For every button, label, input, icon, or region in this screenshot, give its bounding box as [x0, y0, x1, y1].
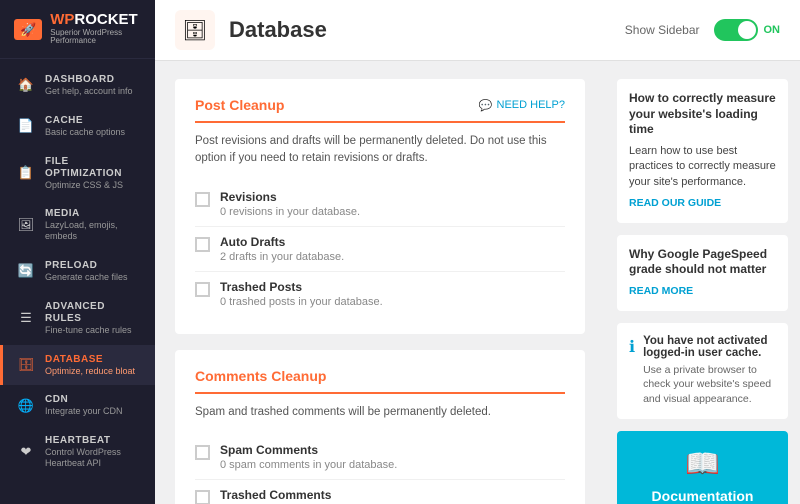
advanced-rules-icon: ☰ [17, 310, 35, 326]
revisions-checkbox[interactable] [195, 192, 210, 207]
need-help-link[interactable]: 💬 NEED HELP? [479, 99, 565, 112]
docs-title: Documentation [629, 488, 776, 504]
sidebar-item-cache-label: CACHE [45, 115, 125, 127]
trashed-posts-label: Trashed Posts [220, 280, 383, 294]
heartbeat-icon: ❤ [17, 444, 35, 460]
auto-drafts-sub: 2 drafts in your database. [220, 251, 344, 263]
comments-cleanup-title: Comments Cleanup [195, 368, 326, 384]
sidebar-item-database-label: DATABASE [45, 354, 135, 366]
sidebar-item-advancedrules-sub: Fine-tune cache rules [45, 325, 141, 336]
sidebar-item-database-sub: Optimize, reduce bloat [45, 366, 135, 377]
side-card-docs: 📖 Documentation It is a great starting p… [617, 431, 788, 504]
side-card-logged-in: ℹ You have not activated logged-in user … [617, 323, 788, 419]
sidebar-item-fileopt-sub: Optimize CSS & JS [45, 180, 141, 191]
revisions-item: Revisions 0 revisions in your database. [195, 182, 565, 227]
sidebar-item-cdn-label: CDN [45, 394, 123, 406]
logo-icon: 🚀 [14, 19, 42, 40]
sidebar-item-preload[interactable]: 🔄 PRELOAD Generate cache files [0, 251, 155, 292]
loading-time-title: How to correctly measure your website's … [629, 91, 776, 138]
toggle-on-label: ON [764, 24, 781, 36]
home-icon: 🏠 [17, 77, 35, 93]
auto-drafts-item: Auto Drafts 2 drafts in your database. [195, 227, 565, 272]
trashed-posts-checkbox[interactable] [195, 282, 210, 297]
auto-drafts-checkbox[interactable] [195, 237, 210, 252]
file-opt-icon: 📋 [17, 165, 35, 181]
sidebar-item-heartbeat[interactable]: ❤ HEARTBEAT Control WordPress Heartbeat … [0, 426, 155, 478]
toggle-thumb [738, 21, 756, 39]
cache-icon: 📄 [17, 118, 35, 134]
spam-comments-sub: 0 spam comments in your database. [220, 459, 397, 471]
trashed-comments-checkbox[interactable] [195, 490, 210, 504]
trashed-posts-item: Trashed Posts 0 trashed posts in your da… [195, 272, 565, 316]
sidebar-item-dashboard-label: DASHBOARD [45, 74, 133, 86]
sidebar-item-cdn-sub: Integrate your CDN [45, 406, 123, 417]
show-sidebar-toggle[interactable]: ON [714, 19, 781, 41]
trashed-comments-label: Trashed Comments [220, 488, 407, 502]
comments-cleanup-card: Comments Cleanup Spam and trashed commen… [175, 350, 585, 504]
info-icon: ℹ [629, 337, 635, 357]
sidebar-item-cdn[interactable]: 🌐 CDN Integrate your CDN [0, 385, 155, 426]
sidebar-item-cache-sub: Basic cache options [45, 127, 125, 138]
page-title: Database [229, 17, 611, 43]
toggle-track[interactable] [714, 19, 758, 41]
read-guide-link[interactable]: READ OUR GUIDE [629, 196, 776, 211]
spam-comments-label: Spam Comments [220, 443, 397, 457]
revisions-sub: 0 revisions in your database. [220, 206, 360, 218]
sidebar-item-fileopt-label: FILE OPTIMIZATION [45, 156, 141, 180]
sidebar-item-media-sub: LazyLoad, emojis, embeds [45, 220, 141, 242]
sidebar: 🚀 WPROCKET Superior WordPress Performanc… [0, 0, 155, 504]
side-panel: How to correctly measure your website's … [605, 61, 800, 504]
post-cleanup-card: Post Cleanup 💬 NEED HELP? Post revisions… [175, 79, 585, 334]
topbar-icon: 🗄 [175, 10, 215, 50]
logo-text: WPROCKET Superior WordPress Performance [50, 12, 141, 46]
logged-in-text: Use a private browser to check your webs… [643, 363, 776, 407]
sidebar-item-dashboard[interactable]: 🏠 DASHBOARD Get help, account info [0, 65, 155, 106]
sidebar-item-preload-label: PRELOAD [45, 260, 128, 272]
media-icon: 🖼 [17, 217, 35, 233]
side-card-loading-time: How to correctly measure your website's … [617, 79, 788, 223]
sidebar-item-advanced-rules[interactable]: ☰ ADVANCED RULES Fine-tune cache rules [0, 292, 155, 345]
logo-tagline: Superior WordPress Performance [50, 29, 141, 47]
sidebar-item-preload-sub: Generate cache files [45, 272, 128, 283]
main-panel: Post Cleanup 💬 NEED HELP? Post revisions… [155, 61, 605, 504]
spam-comments-item: Spam Comments 0 spam comments in your da… [195, 435, 565, 480]
read-more-link[interactable]: READ MORE [629, 284, 776, 299]
cdn-icon: 🌐 [17, 398, 35, 414]
question-icon: 💬 [479, 99, 493, 112]
content-area: Post Cleanup 💬 NEED HELP? Post revisions… [155, 61, 800, 504]
post-cleanup-header: Post Cleanup 💬 NEED HELP? [195, 97, 565, 123]
sidebar-item-heartbeat-label: HEARTBEAT [45, 435, 141, 447]
post-cleanup-desc: Post revisions and drafts will be perman… [195, 133, 565, 168]
loading-time-text: Learn how to use best practices to corre… [629, 144, 776, 190]
comments-cleanup-header: Comments Cleanup [195, 368, 565, 394]
sidebar-item-cache[interactable]: 📄 CACHE Basic cache options [0, 106, 155, 147]
main-content: 🗄 Database Show Sidebar ON Post Cleanup … [155, 0, 800, 504]
topbar: 🗄 Database Show Sidebar ON [155, 0, 800, 61]
docs-icon: 📖 [629, 447, 776, 480]
sidebar-item-heartbeat-sub: Control WordPress Heartbeat API [45, 447, 141, 469]
show-sidebar-label: Show Sidebar [625, 23, 700, 37]
pagespeed-title: Why Google PageSpeed grade should not ma… [629, 247, 776, 278]
sidebar-item-dashboard-sub: Get help, account info [45, 86, 133, 97]
side-card-pagespeed: Why Google PageSpeed grade should not ma… [617, 235, 788, 311]
sidebar-nav: 🏠 DASHBOARD Get help, account info 📄 CAC… [0, 59, 155, 504]
sidebar-item-advancedrules-label: ADVANCED RULES [45, 301, 141, 325]
sidebar-logo: 🚀 WPROCKET Superior WordPress Performanc… [0, 0, 155, 59]
logo-rocket: ROCKET [74, 11, 137, 28]
trashed-comments-item: Trashed Comments 0 trashed comments in y… [195, 480, 565, 504]
sidebar-item-media[interactable]: 🖼 MEDIA LazyLoad, emojis, embeds [0, 199, 155, 251]
sidebar-item-database[interactable]: 🗄 DATABASE Optimize, reduce bloat [0, 345, 155, 386]
spam-comments-checkbox[interactable] [195, 445, 210, 460]
revisions-label: Revisions [220, 190, 360, 204]
preload-icon: 🔄 [17, 263, 35, 279]
sidebar-item-media-label: MEDIA [45, 208, 141, 220]
comments-cleanup-desc: Spam and trashed comments will be perman… [195, 404, 565, 421]
auto-drafts-label: Auto Drafts [220, 235, 344, 249]
post-cleanup-title: Post Cleanup [195, 97, 284, 113]
database-icon: 🗄 [17, 357, 35, 373]
logo-wp: WP [50, 11, 74, 28]
trashed-posts-sub: 0 trashed posts in your database. [220, 296, 383, 308]
sidebar-item-file-optimization[interactable]: 📋 FILE OPTIMIZATION Optimize CSS & JS [0, 147, 155, 200]
logged-in-title: You have not activated logged-in user ca… [643, 335, 776, 359]
